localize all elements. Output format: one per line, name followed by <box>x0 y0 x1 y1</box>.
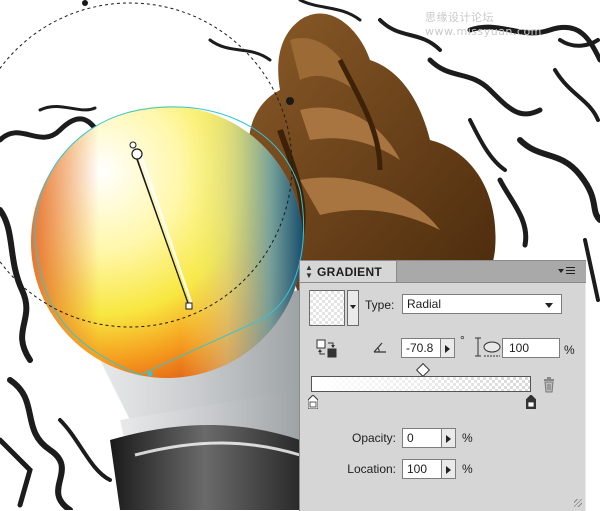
type-label: Type: <box>365 298 395 312</box>
panel-resize-grip[interactable] <box>574 499 582 507</box>
swatch-dropdown-button[interactable] <box>347 290 359 326</box>
gradient-swatch[interactable] <box>309 290 345 326</box>
opacity-input[interactable]: 0 <box>402 428 442 448</box>
reverse-gradient-icon[interactable] <box>316 339 338 359</box>
location-input[interactable]: 100 <box>402 459 442 479</box>
panel-header: ▲ ▼ GRADIENT <box>300 261 586 283</box>
location-stepper[interactable] <box>442 459 456 479</box>
trash-icon[interactable] <box>543 377 555 393</box>
gradient-stop-start[interactable] <box>308 395 318 409</box>
tab-gradient[interactable]: ▲ ▼ GRADIENT <box>300 261 397 282</box>
location-label: Location: <box>347 462 396 476</box>
gradient-midpoint-handle[interactable] <box>415 362 431 378</box>
gradient-type-select[interactable]: Radial <box>402 294 562 314</box>
aspect-ratio-input[interactable]: 100 <box>502 338 560 358</box>
aspect-ratio-icon <box>475 337 501 357</box>
chevron-down-icon[interactable] <box>545 303 553 308</box>
degree-symbol: ° <box>460 333 465 347</box>
location-unit: % <box>462 462 473 476</box>
angle-stepper[interactable] <box>441 338 455 358</box>
gradient-stop-end[interactable] <box>526 395 536 409</box>
panel-title: GRADIENT <box>317 264 383 279</box>
panel-collapse-icon[interactable]: ▲ ▼ <box>305 263 313 280</box>
watermark-text: 思缘设计论坛 www.missyuan.com <box>425 11 542 38</box>
gradient-panel: ▲▼ GRADIENT Type: Radial -70.8 ° 100 % <box>299 260 586 511</box>
opacity-label: Opacity: <box>351 431 396 445</box>
aspect-unit: % <box>564 343 575 357</box>
opacity-stepper[interactable] <box>442 428 456 448</box>
opacity-unit: % <box>462 431 473 445</box>
angle-icon <box>373 342 386 353</box>
gradient-slider[interactable] <box>311 376 531 392</box>
panel-menu-icon[interactable] <box>558 265 578 277</box>
angle-input[interactable]: -70.8 <box>401 338 441 358</box>
